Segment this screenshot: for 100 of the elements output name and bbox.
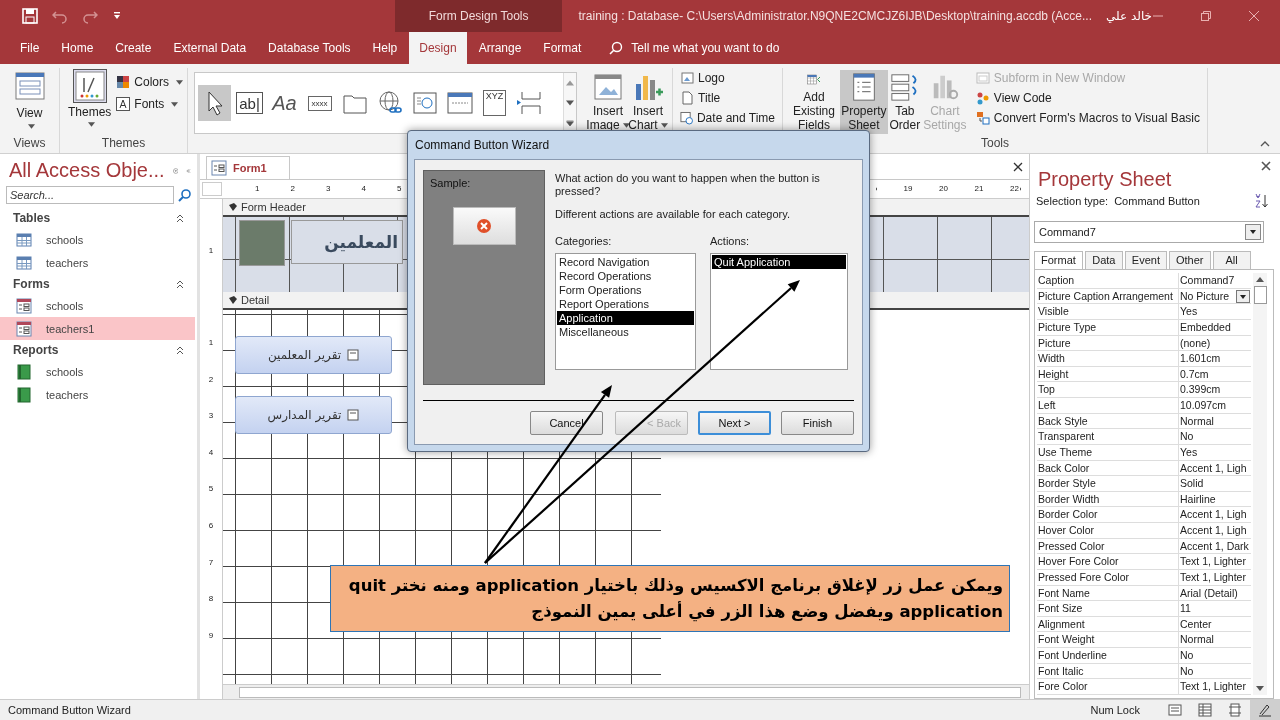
property-value[interactable]: Accent 1, Ligh	[1179, 460, 1251, 476]
object-dropdown[interactable]: Command7	[1034, 221, 1264, 243]
nav-item[interactable]: schools	[0, 228, 195, 251]
property-value[interactable]: No	[1179, 663, 1251, 679]
ribbon-tab[interactable]: External Data	[163, 32, 257, 64]
tab-order-button[interactable]: Tab Order	[887, 70, 922, 134]
sort-icon[interactable]	[1254, 193, 1270, 209]
text-box-control[interactable]: ab|	[236, 92, 263, 114]
nav-item[interactable]: teachers	[0, 383, 195, 406]
nav-group-header[interactable]: Tables	[13, 211, 51, 225]
property-value[interactable]: Normal	[1179, 632, 1251, 647]
date-time-button[interactable]: Date and Time	[678, 110, 777, 126]
title-button[interactable]: Title	[678, 90, 777, 106]
vertical-scrollbar[interactable]	[1253, 273, 1267, 695]
navigation-pane-title[interactable]: All Access Obje...	[9, 159, 165, 182]
ribbon-tab[interactable]: Arrange	[468, 32, 532, 64]
scroll-down-icon[interactable]	[1256, 686, 1264, 691]
dialog-button[interactable]: Next >	[698, 411, 771, 435]
property-value[interactable]: 1.601cm	[1179, 351, 1251, 366]
list-item[interactable]: Application	[557, 311, 694, 325]
form-command-button[interactable]: تقرير المعلمين	[235, 336, 392, 374]
save-icon[interactable]	[22, 8, 38, 24]
property-value[interactable]: Text 1, Lighter	[1179, 554, 1251, 569]
ribbon-tab[interactable]: Home	[51, 32, 104, 64]
form-command-button[interactable]: تقرير المدارس	[235, 396, 392, 434]
view-code-button[interactable]: View Code	[973, 90, 1202, 106]
tell-me-search[interactable]: Tell me what you want to do	[609, 32, 780, 64]
property-tab[interactable]: Event	[1124, 251, 1167, 269]
nav-item[interactable]: schools	[0, 360, 195, 383]
dialog-button[interactable]: Finish	[781, 411, 854, 435]
list-item[interactable]: Record Navigation	[557, 255, 694, 269]
insert-chart-button[interactable]: Insert Chart	[628, 70, 668, 134]
add-fields-button[interactable]: Add Existing Fields	[788, 70, 840, 134]
property-value[interactable]: Center	[1179, 616, 1251, 632]
dialog-button[interactable]: Cancel	[530, 411, 603, 435]
nav-group-header[interactable]: Reports	[13, 343, 59, 357]
property-value[interactable]: Normal	[1179, 413, 1251, 429]
property-value[interactable]: (none)	[1179, 335, 1251, 351]
property-value[interactable]: Accent 1, Ligh	[1179, 507, 1251, 522]
collapse-group-icon[interactable]	[175, 213, 185, 223]
list-item[interactable]: Report Operations	[557, 297, 694, 311]
ribbon-tab[interactable]: Create	[105, 32, 162, 64]
fonts-button[interactable]: Fonts	[114, 96, 186, 112]
property-value[interactable]: Text 1, Lighter	[1179, 569, 1251, 585]
form-title-label[interactable]: المعلمين	[291, 220, 403, 264]
property-value[interactable]: Hairline	[1179, 491, 1251, 507]
list-item[interactable]: Form Operations	[557, 283, 694, 297]
property-tab[interactable]: Format	[1034, 251, 1083, 270]
document-tab[interactable]: Form1	[206, 156, 290, 179]
redo-icon[interactable]	[82, 8, 98, 24]
property-value[interactable]: No Picture	[1179, 288, 1251, 304]
property-tab[interactable]: All	[1212, 251, 1251, 269]
property-tab[interactable]: Data	[1084, 251, 1123, 269]
close-icon[interactable]	[1013, 161, 1023, 172]
scroll-thumb[interactable]	[1253, 286, 1267, 304]
design-view-button[interactable]	[1250, 700, 1280, 720]
property-value[interactable]: Solid	[1179, 476, 1251, 491]
property-value[interactable]: 10.097cm	[1179, 398, 1251, 413]
customize-icon[interactable]	[112, 11, 122, 21]
ribbon-tab[interactable]: Database Tools	[258, 32, 361, 64]
ribbon-tab[interactable]: File	[10, 32, 50, 64]
list-item[interactable]: Miscellaneous	[557, 325, 694, 339]
colors-button[interactable]: Colors	[114, 74, 186, 90]
horizontal-scrollbar[interactable]	[223, 684, 1029, 699]
property-sheet-button[interactable]: Property Sheet	[839, 70, 888, 134]
property-value[interactable]: Text 1, Lighter	[1179, 679, 1251, 694]
ribbon-tab[interactable]: Design	[409, 32, 467, 64]
nav-item[interactable]: schools	[0, 294, 195, 317]
property-tab[interactable]: Other	[1169, 251, 1211, 269]
collapse-ribbon-icon[interactable]	[1260, 141, 1270, 147]
nav-item[interactable]: teachers	[0, 251, 195, 274]
property-value[interactable]: 11	[1179, 601, 1251, 616]
list-item[interactable]: Quit Application	[712, 255, 846, 269]
property-value[interactable]: Accent 1, Dark	[1179, 538, 1251, 554]
ribbon-tab[interactable]: Help	[362, 32, 408, 64]
nav-item[interactable]: teachers1	[0, 317, 195, 340]
nav-group-header[interactable]: Forms	[13, 277, 50, 291]
ribbon-tab[interactable]: Format	[533, 32, 592, 64]
view-button[interactable]: View	[5, 68, 54, 136]
search-field[interactable]: Search...	[6, 186, 174, 204]
property-value[interactable]: Arial (Detail)	[1179, 585, 1251, 601]
navigation-control-icon[interactable]	[445, 89, 474, 117]
property-value[interactable]: 0.399cm	[1179, 382, 1251, 397]
restore-icon[interactable]	[1200, 10, 1212, 22]
property-value[interactable]: Yes	[1179, 444, 1251, 460]
themes-button[interactable]: Themes	[65, 68, 115, 129]
collapse-group-icon[interactable]	[175, 345, 185, 355]
property-value[interactable]: Yes	[1179, 304, 1251, 319]
search-icon[interactable]	[178, 188, 192, 202]
undo-icon[interactable]	[52, 8, 68, 24]
scroll-down-icon[interactable]	[566, 100, 574, 106]
close-icon[interactable]	[1260, 160, 1272, 172]
property-value[interactable]: 0.7cm	[1179, 366, 1251, 382]
collapse-group-icon[interactable]	[175, 279, 185, 289]
list-item[interactable]: Record Operations	[557, 269, 694, 283]
convert-macros-button[interactable]: Convert Form's Macros to Visual Basic	[973, 110, 1202, 126]
more-icon[interactable]	[566, 120, 574, 126]
page-break-icon[interactable]	[515, 89, 544, 117]
property-value[interactable]: No	[1179, 648, 1251, 663]
logo-button[interactable]: Logo	[678, 70, 777, 86]
